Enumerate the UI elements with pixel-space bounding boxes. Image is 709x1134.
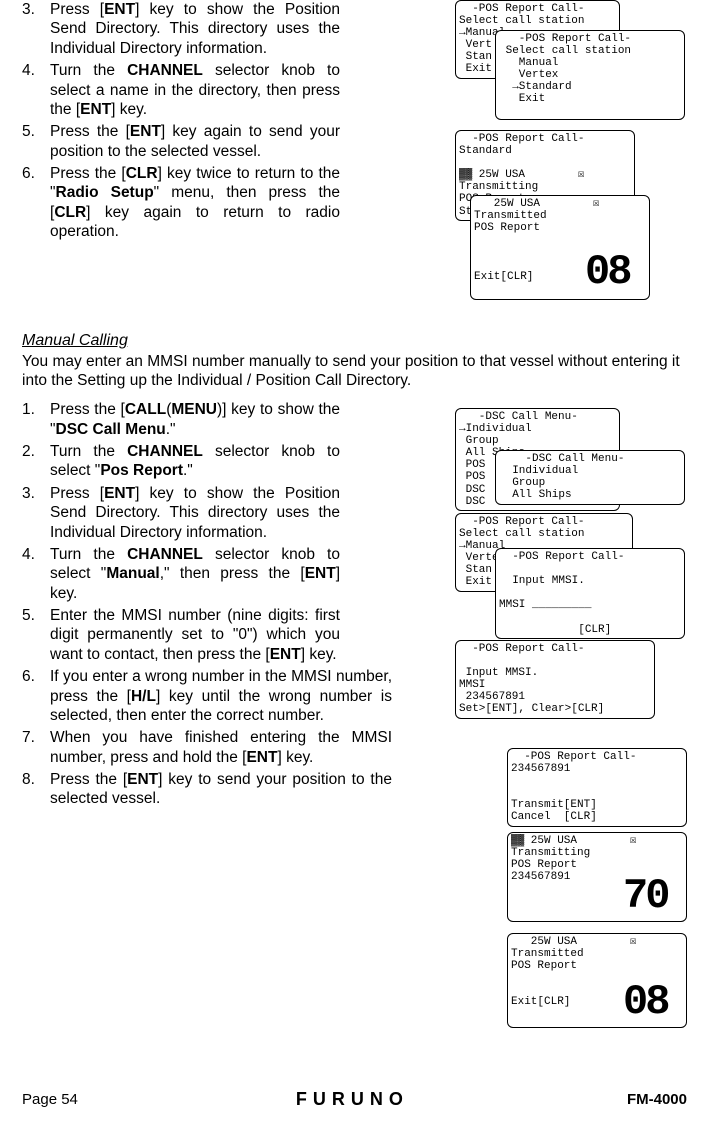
step-text: If you enter a wrong number in the MMSI … <box>50 667 392 725</box>
step-text: Enter the MMSI number (nine digits: firs… <box>50 606 340 664</box>
step-text: When you have finished entering the MMSI… <box>50 728 392 767</box>
step-num: 2. <box>22 442 50 481</box>
bottom-screens-group: -POS Report Call- 234567891 Transmit[ENT… <box>507 748 687 1058</box>
step-text: Press the [CLR] key twice to return to t… <box>50 164 340 242</box>
step-text: Turn the CHANNEL selector knob to select… <box>50 61 340 119</box>
step-num: 4. <box>22 545 50 603</box>
step-text: Turn the CHANNEL selector knob to select… <box>50 545 340 603</box>
screen-select-station-2: -POS Report Call- Select call station Ma… <box>495 30 685 120</box>
step-text: Press the [ENT] key again to send your p… <box>50 122 340 161</box>
step-text: Press the [CALL(MENU)] key to show the "… <box>50 400 340 439</box>
channel-70-display: 70 <box>623 875 667 917</box>
step-num: 8. <box>22 770 50 809</box>
step-num: 7. <box>22 728 50 767</box>
step-text: Press the [ENT] key to send your positio… <box>50 770 392 809</box>
intro-text: You may enter an MMSI number manually to… <box>22 352 687 391</box>
screen-dsc-call-menu-2: -DSC Call Menu- Individual Group All Shi… <box>495 450 685 505</box>
step-num: 5. <box>22 606 50 664</box>
middle-screens-group: -DSC Call Menu- →Individual Group All Sh… <box>455 408 687 738</box>
step-num: 6. <box>22 164 50 242</box>
model-label: FM-4000 <box>627 1091 687 1108</box>
step-num: 5. <box>22 122 50 161</box>
step-text: Turn the CHANNEL selector knob to select… <box>50 442 340 481</box>
manual-calling-heading: Manual Calling <box>22 332 687 350</box>
step-num: 6. <box>22 667 50 725</box>
screen-input-mmsi-blank: -POS Report Call- Input MMSI. MMSI _____… <box>495 548 685 639</box>
footer: Page 54 FURUNO FM-4000 <box>22 1089 687 1110</box>
channel-08-display: 08 <box>585 251 629 293</box>
brand-logo: FURUNO <box>296 1089 409 1110</box>
screen-input-mmsi-filled: -POS Report Call- Input MMSI. MMSI 23456… <box>455 640 655 719</box>
page-number: Page 54 <box>22 1091 78 1108</box>
step-text: Press [ENT] key to show the Position Sen… <box>50 484 340 542</box>
step-text: Press [ENT] key to show the Position Sen… <box>50 0 340 58</box>
step-num: 1. <box>22 400 50 439</box>
screen-transmit-cancel: -POS Report Call- 234567891 Transmit[ENT… <box>507 748 687 827</box>
top-screens-group: -POS Report Call- Select call station →M… <box>455 0 687 310</box>
step-num: 4. <box>22 61 50 119</box>
step-num: 3. <box>22 484 50 542</box>
channel-08-display-2: 08 <box>623 981 667 1023</box>
step-num: 3. <box>22 0 50 58</box>
